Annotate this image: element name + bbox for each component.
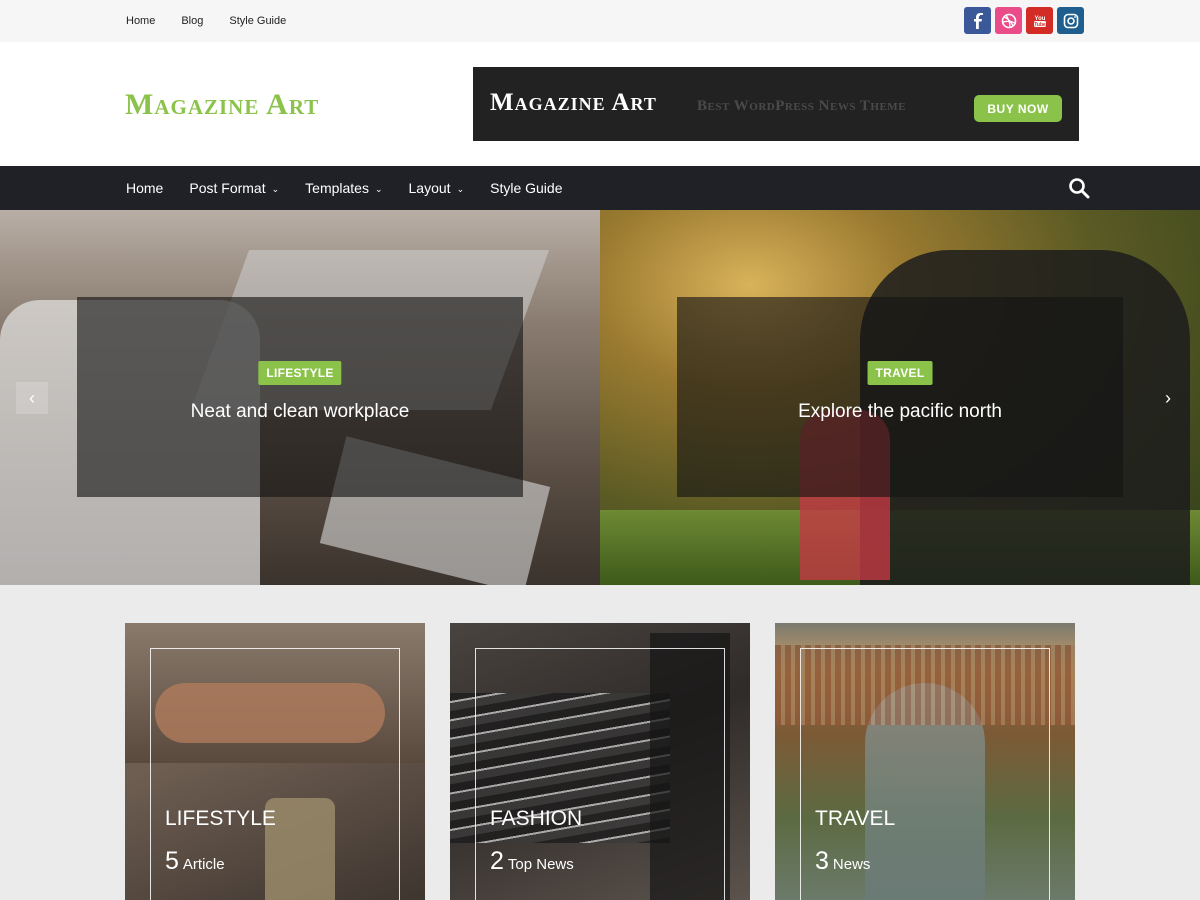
category-count: 3 News xyxy=(815,847,870,876)
nav-item-label: Layout xyxy=(408,180,451,196)
chevron-left-icon[interactable]: ‹ xyxy=(16,382,48,414)
slide[interactable]: LIFESTYLE Neat and clean workplace xyxy=(0,210,600,585)
slide-caption-box: TRAVEL Explore the pacific north xyxy=(677,297,1123,497)
category-cards: LIFESTYLE 5 Article FASHION 2 Top News T… xyxy=(125,623,1075,900)
count-label: News xyxy=(832,856,871,873)
category-badge[interactable]: LIFESTYLE xyxy=(258,361,342,385)
nav-item-style-guide[interactable]: Style Guide xyxy=(490,180,562,196)
slide-title[interactable]: Neat and clean workplace xyxy=(77,401,523,423)
chevron-right-icon[interactable]: › xyxy=(1152,382,1184,414)
count-number: 2 xyxy=(490,847,504,875)
category-count: 2 Top News xyxy=(490,847,574,876)
chevron-down-icon: ⌄ xyxy=(374,183,383,194)
chevron-down-icon: ⌄ xyxy=(456,183,465,194)
count-label: Top News xyxy=(507,856,574,873)
nav-item-label: Post Format xyxy=(189,180,266,196)
nav-item-post-format[interactable]: Post Format ⌄ xyxy=(189,180,279,196)
featured-slider: LIFESTYLE Neat and clean workplace TRAVE… xyxy=(0,210,1200,585)
dribbble-icon[interactable] xyxy=(995,7,1022,34)
count-number: 3 xyxy=(815,847,829,875)
category-card-fashion[interactable]: FASHION 2 Top News xyxy=(450,623,750,900)
slide-caption-box: LIFESTYLE Neat and clean workplace xyxy=(77,297,523,497)
site-logo[interactable]: Magazine Art xyxy=(125,88,319,122)
chevron-down-icon: ⌄ xyxy=(271,183,280,194)
top-nav: Home Blog Style Guide xyxy=(126,0,312,42)
count-label: Article xyxy=(182,856,225,873)
category-count: 5 Article xyxy=(165,847,225,876)
buy-now-button[interactable]: BUY NOW xyxy=(974,95,1062,122)
site-header: Magazine Art Magazine Art Best WordPress… xyxy=(0,42,1200,166)
main-nav: Home Post Format ⌄ Templates ⌄ Layout ⌄ Sty… xyxy=(0,166,1200,210)
top-nav-home[interactable]: Home xyxy=(126,15,155,27)
search-icon[interactable] xyxy=(1068,177,1090,199)
nav-item-home[interactable]: Home xyxy=(126,180,163,196)
category-title: LIFESTYLE xyxy=(165,807,276,830)
banner-title: Magazine Art xyxy=(490,89,657,116)
top-nav-blog[interactable]: Blog xyxy=(181,15,203,27)
header-ad-banner[interactable]: Magazine Art Best WordPress News Theme B… xyxy=(473,67,1079,141)
category-card-lifestyle[interactable]: LIFESTYLE 5 Article xyxy=(125,623,425,900)
count-number: 5 xyxy=(165,847,179,875)
slide[interactable]: TRAVEL Explore the pacific north xyxy=(600,210,1200,585)
instagram-icon[interactable] xyxy=(1057,7,1084,34)
social-links: You Tube xyxy=(964,7,1084,34)
category-title: FASHION xyxy=(490,807,583,830)
nav-item-templates[interactable]: Templates ⌄ xyxy=(305,180,382,196)
nav-item-layout[interactable]: Layout ⌄ xyxy=(409,180,465,196)
category-badge[interactable]: TRAVEL xyxy=(867,361,933,385)
youtube-icon[interactable]: You Tube xyxy=(1026,7,1053,34)
sky-shape xyxy=(775,623,1075,645)
category-title: TRAVEL xyxy=(815,807,896,830)
top-bar: Home Blog Style Guide You Tube xyxy=(0,0,1200,42)
nav-item-label: Templates xyxy=(305,180,369,196)
top-nav-style-guide[interactable]: Style Guide xyxy=(229,15,286,27)
banner-tagline: Best WordPress News Theme xyxy=(697,98,907,114)
slide-title[interactable]: Explore the pacific north xyxy=(677,401,1123,423)
nav-item-label: Style Guide xyxy=(490,180,563,196)
nav-item-label: Home xyxy=(126,180,164,196)
category-card-travel[interactable]: TRAVEL 3 News xyxy=(775,623,1075,900)
facebook-icon[interactable] xyxy=(964,7,991,34)
svg-text:Tube: Tube xyxy=(1034,22,1046,28)
